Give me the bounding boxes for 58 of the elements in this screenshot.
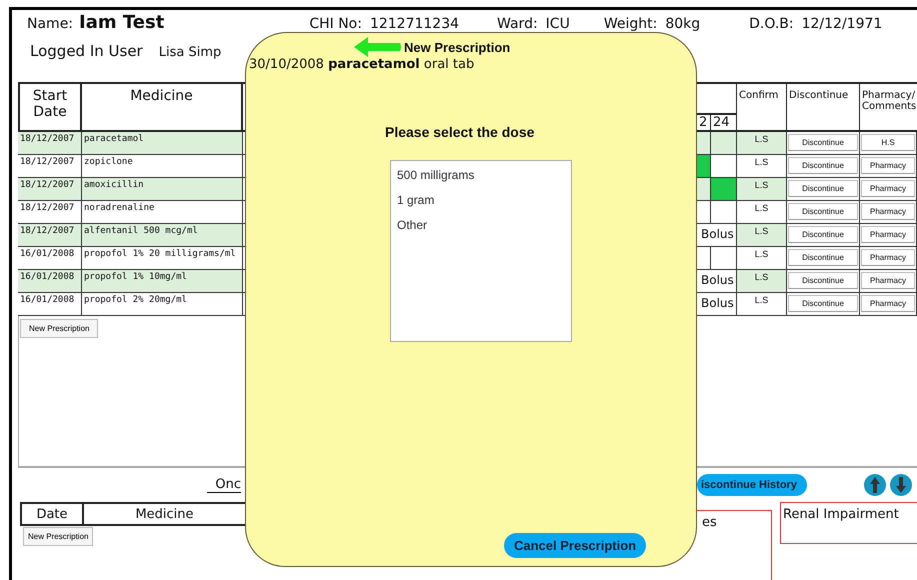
dose-option[interactable]: 1 gram xyxy=(395,192,567,208)
pharmacy-button[interactable]: Pharmacy xyxy=(861,272,915,289)
field-value: ICU xyxy=(546,16,570,32)
table-cell: alfentanil 500 mcg/ml xyxy=(82,224,243,247)
pharmacy-button[interactable]: Pharmacy xyxy=(861,203,915,220)
new-prescription-button[interactable]: New Prescription xyxy=(20,319,98,338)
column-header: Discontinue xyxy=(787,84,860,132)
field-label: CHI No: xyxy=(309,16,362,32)
pharmacy-button[interactable]: Pharmacy xyxy=(861,295,915,312)
discontinue-button[interactable]: Discontinue xyxy=(788,272,858,289)
field-label: Name: xyxy=(27,16,74,32)
dose-list[interactable]: 500 milligrams 1 gram Other xyxy=(390,160,572,342)
dose-option[interactable]: Other xyxy=(395,217,567,233)
discontinue-button[interactable]: Discontinue xyxy=(788,157,858,174)
table-cell: propofol 2% 20mg/ml xyxy=(82,293,243,316)
patient-name: Iam Test xyxy=(79,12,164,33)
renal-impairment-panel: Renal Impairment xyxy=(780,502,917,544)
table-cell: L.S xyxy=(737,132,787,155)
table-cell: L.S xyxy=(737,224,787,247)
table-cell: L.S xyxy=(737,293,787,316)
drug-summary: 30/10/2008 paracetamol oral tab xyxy=(249,57,476,72)
pharmacy-button[interactable]: Pharmacy xyxy=(861,249,915,266)
discontinue-button[interactable]: Discontinue xyxy=(788,226,858,243)
dialog-title: New Prescription xyxy=(404,40,510,54)
table-cell: 18/12/2007 xyxy=(18,132,82,155)
field-label: Ward: xyxy=(497,16,538,32)
section-heading: Onc xyxy=(207,477,241,493)
pharmacy-button[interactable]: Pharmacy xyxy=(861,180,915,197)
field-value: 1212711234 xyxy=(370,16,460,32)
pharmacy-button[interactable]: Pharmacy xyxy=(861,226,915,243)
discontinue-button[interactable]: Discontinue xyxy=(788,249,858,266)
discontinue-button[interactable]: Discontinue xyxy=(788,180,858,197)
user-name: Lisa Simp xyxy=(158,45,222,60)
table-cell: 18/12/2007 xyxy=(18,178,82,201)
field-label: D.O.B: xyxy=(749,16,794,32)
field-label: Weight: xyxy=(604,16,658,32)
table-cell: paracetamol xyxy=(82,132,243,155)
dose-option[interactable]: 500 milligrams xyxy=(395,167,567,183)
cancel-prescription-button[interactable]: Cancel Prescription xyxy=(504,533,646,558)
pharmacy-button[interactable]: Pharmacy xyxy=(861,157,915,174)
field-value: 12/12/1971 xyxy=(802,16,882,32)
table-cell: 18/12/2007 xyxy=(18,224,82,247)
discontinue-history-button[interactable]: iscontinue History xyxy=(697,474,807,496)
field-value: 80kg xyxy=(665,16,700,32)
table-cell: L.S xyxy=(737,178,787,201)
discontinue-button[interactable]: Discontinue xyxy=(788,134,858,151)
pharmacy-button[interactable]: H.S xyxy=(861,134,915,151)
field-label: Logged In User xyxy=(30,42,143,60)
dose-prompt: Please select the dose xyxy=(385,124,536,140)
table-cell: amoxicillin xyxy=(82,178,243,201)
discontinue-button[interactable]: Discontinue xyxy=(788,203,858,220)
table-cell: propofol 1% 10mg/ml xyxy=(82,270,243,293)
discontinue-button[interactable]: Discontinue xyxy=(788,295,858,312)
table-cell: 16/01/2008 xyxy=(18,270,82,293)
table-cell: L.S xyxy=(737,270,787,293)
table-cell: 16/01/2008 xyxy=(18,293,82,316)
column-header: Pharmacy/ Comments xyxy=(860,84,917,132)
new-prescription-button[interactable]: New Prescription xyxy=(23,527,94,546)
